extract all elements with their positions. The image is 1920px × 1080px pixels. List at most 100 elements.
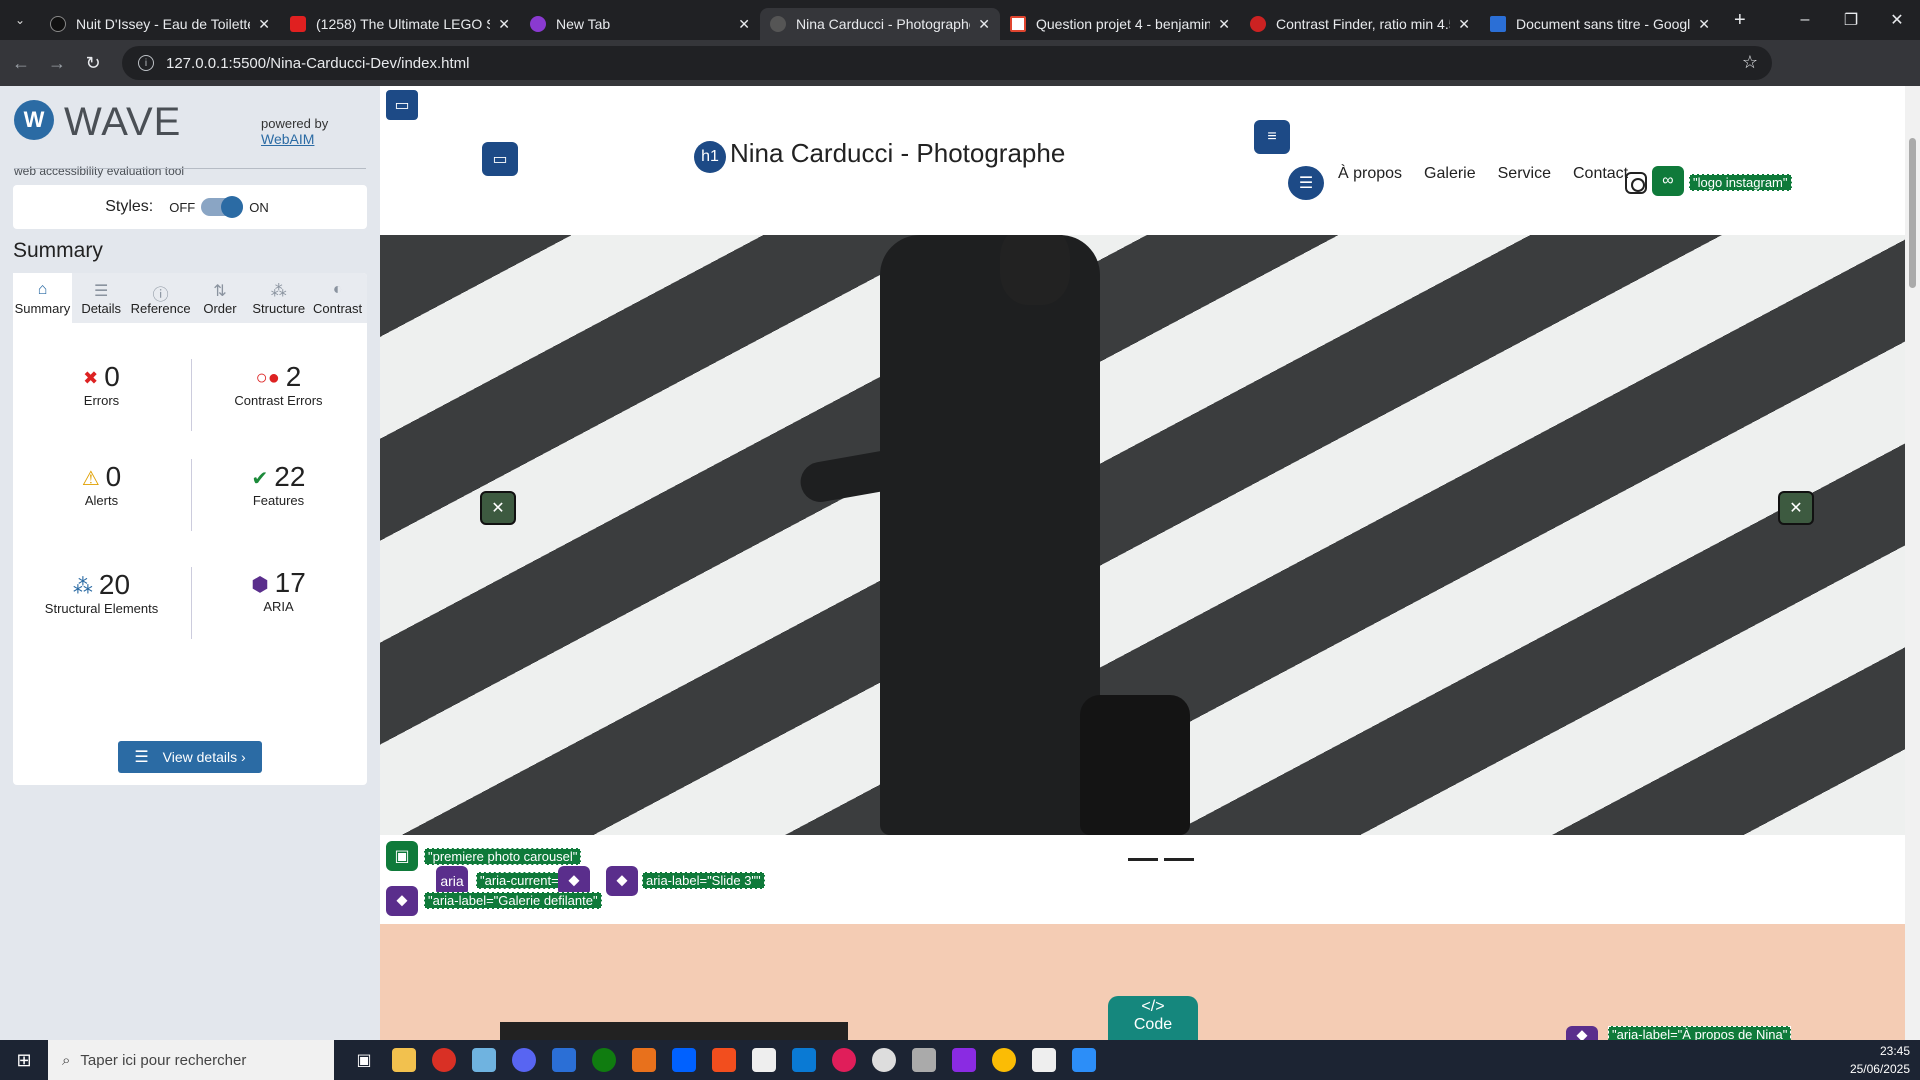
file-explorer-icon[interactable]	[384, 1040, 424, 1080]
chrome-icon[interactable]	[424, 1040, 464, 1080]
wave-sidebar: W WAVE web accessibility evaluation tool…	[0, 86, 380, 1040]
link-badge-icon: ∞	[1652, 166, 1684, 196]
tab-label: Details	[81, 301, 122, 316]
close-tab-icon[interactable]: ✕	[1698, 16, 1710, 33]
close-window-icon[interactable]: ✕	[1874, 0, 1920, 40]
code-label: Code	[1133, 1016, 1173, 1033]
carousel-indicator[interactable]	[1164, 858, 1194, 861]
wave-tab-bar: ⌂ Summary ☰ Details ⓘ Reference ⇅ Order ⁂ Str…	[13, 273, 367, 323]
tab-structure[interactable]: ⁂ Structure	[249, 273, 308, 323]
close-tab-icon[interactable]: ✕	[738, 16, 750, 33]
vscode-icon[interactable]	[784, 1040, 824, 1080]
youtube-icon	[290, 16, 306, 32]
address-toolbar: ← → ↻ i 127.0.0.1:5500/Nina-Carducci-Dev…	[0, 40, 1920, 114]
site-info-icon[interactable]: i	[138, 55, 154, 71]
styles-toggle[interactable]	[201, 196, 244, 218]
task-view-icon[interactable]: ▣	[344, 1040, 384, 1080]
tab-summary[interactable]: ⌂ Summary	[13, 273, 72, 323]
divider	[14, 168, 366, 169]
notion-icon[interactable]	[744, 1040, 784, 1080]
discord-icon[interactable]	[504, 1040, 544, 1080]
app-icon[interactable]	[904, 1040, 944, 1080]
slack-icon[interactable]	[824, 1040, 864, 1080]
carousel-indicator[interactable]	[1128, 858, 1158, 861]
list-badge-icon: ☰	[1288, 166, 1324, 200]
h1-badge: h1	[694, 141, 726, 173]
wave-logo-text: WAVE	[64, 100, 182, 144]
stat-alerts[interactable]: ⚠ 0 Alerts	[13, 461, 190, 508]
system-clock[interactable]: 23:45 25/06/2025	[1850, 1042, 1910, 1078]
carousel-prev-button[interactable]: ✕	[480, 491, 516, 525]
structure-icon: ⁂	[72, 576, 93, 599]
carousel-next-button[interactable]: ✕	[1778, 491, 1814, 525]
stat-value: 20	[98, 569, 131, 600]
structure-icon: ⁂	[270, 283, 287, 300]
close-tab-icon[interactable]: ✕	[978, 16, 990, 33]
browser-tab[interactable]: Nuit D'Issey - Eau de Toilette Bo ✕	[40, 8, 280, 40]
stat-errors[interactable]: ✖ 0 Errors	[13, 361, 190, 408]
reload-icon[interactable]: ↻	[78, 53, 108, 74]
home-icon: ⌂	[37, 281, 48, 298]
tab-title: (1258) The Ultimate LEGO Sorti	[316, 16, 490, 32]
tab-title: New Tab	[556, 16, 611, 32]
stat-structural[interactable]: ⁂ 20 Structural Elements	[13, 569, 190, 616]
bookmark-star-icon[interactable]: ☆	[1742, 52, 1758, 73]
nav-link-apropos[interactable]: À propos	[1338, 165, 1402, 183]
app-icon[interactable]	[624, 1040, 664, 1080]
info-icon: ⓘ	[152, 287, 169, 304]
app-icon[interactable]	[544, 1040, 584, 1080]
close-tab-icon[interactable]: ✕	[258, 16, 270, 33]
notion-icon[interactable]	[1024, 1040, 1064, 1080]
close-tab-icon[interactable]: ✕	[498, 16, 510, 33]
chatgpt-icon[interactable]	[864, 1040, 904, 1080]
page-scrollbar[interactable]	[1905, 86, 1920, 1040]
stat-contrast-errors[interactable]: ○● 2 Contrast Errors	[190, 361, 367, 408]
view-details-button[interactable]: ☰ View details ›	[118, 741, 262, 773]
image-badge-icon: ▣	[386, 841, 418, 871]
contrast-icon: ◐	[332, 281, 343, 298]
tab-contrast[interactable]: ◐ Contrast	[308, 273, 367, 323]
tab-reference[interactable]: ⓘ Reference	[131, 273, 191, 323]
close-tab-icon[interactable]: ✕	[1218, 16, 1230, 33]
tab-details[interactable]: ☰ Details	[72, 273, 131, 323]
nav-link-service[interactable]: Service	[1498, 165, 1551, 183]
app-icon[interactable]	[1064, 1040, 1104, 1080]
browser-tab[interactable]: Contrast Finder, ratio min 4.5, c ✕	[1240, 8, 1480, 40]
stat-aria[interactable]: ⬢ 17 ARIA	[190, 567, 367, 614]
scrollbar-thumb[interactable]	[1909, 138, 1916, 288]
tab-favicon-icon	[50, 16, 66, 32]
gmail-icon	[1010, 16, 1026, 32]
figma-icon[interactable]	[704, 1040, 744, 1080]
windows-start-icon[interactable]: ⊞	[0, 1040, 48, 1080]
stat-label: Errors	[83, 393, 120, 408]
restore-icon[interactable]: ❐	[1828, 0, 1874, 40]
close-tab-icon[interactable]: ✕	[1458, 16, 1470, 33]
url-bar[interactable]: i 127.0.0.1:5500/Nina-Carducci-Dev/index…	[122, 46, 1772, 80]
nav-link-contact[interactable]: Contact	[1573, 165, 1628, 183]
new-tab-button[interactable]: +	[1734, 9, 1746, 32]
browser-tab-active[interactable]: Nina Carducci - Photographe p ✕	[760, 8, 1000, 40]
app-icon[interactable]	[944, 1040, 984, 1080]
powered-by: powered by WebAIM	[261, 116, 328, 147]
browser-tab[interactable]: Question projet 4 - benjamin77 ✕	[1000, 8, 1240, 40]
instagram-icon[interactable]	[1625, 172, 1647, 194]
stat-features[interactable]: ✔ 22 Features	[190, 461, 367, 508]
chrome-active-icon[interactable]	[984, 1040, 1024, 1080]
stat-label: Contrast Errors	[234, 393, 323, 408]
minimize-icon[interactable]: –	[1782, 0, 1828, 40]
nav-link-galerie[interactable]: Galerie	[1424, 165, 1476, 183]
webaim-link[interactable]: WebAIM	[261, 131, 328, 147]
tab-search-chevron-icon[interactable]: ⌄	[0, 0, 40, 40]
clock-date: 25/06/2025	[1849, 1062, 1910, 1076]
browser-tab[interactable]: New Tab ✕	[520, 8, 760, 40]
taskbar-search[interactable]: ⌕ Taper ici pour rechercher	[48, 1040, 334, 1080]
browser-tab[interactable]: (1258) The Ultimate LEGO Sorti ✕	[280, 8, 520, 40]
browser-tab[interactable]: Document sans titre - Google D ✕	[1480, 8, 1720, 40]
tab-order[interactable]: ⇅ Order	[191, 273, 250, 323]
xbox-icon[interactable]	[584, 1040, 624, 1080]
app-icon[interactable]	[464, 1040, 504, 1080]
back-icon[interactable]: ←	[6, 53, 36, 74]
dropbox-icon[interactable]	[664, 1040, 704, 1080]
forward-icon[interactable]: →	[42, 53, 72, 74]
stat-label: ARIA	[263, 599, 294, 614]
